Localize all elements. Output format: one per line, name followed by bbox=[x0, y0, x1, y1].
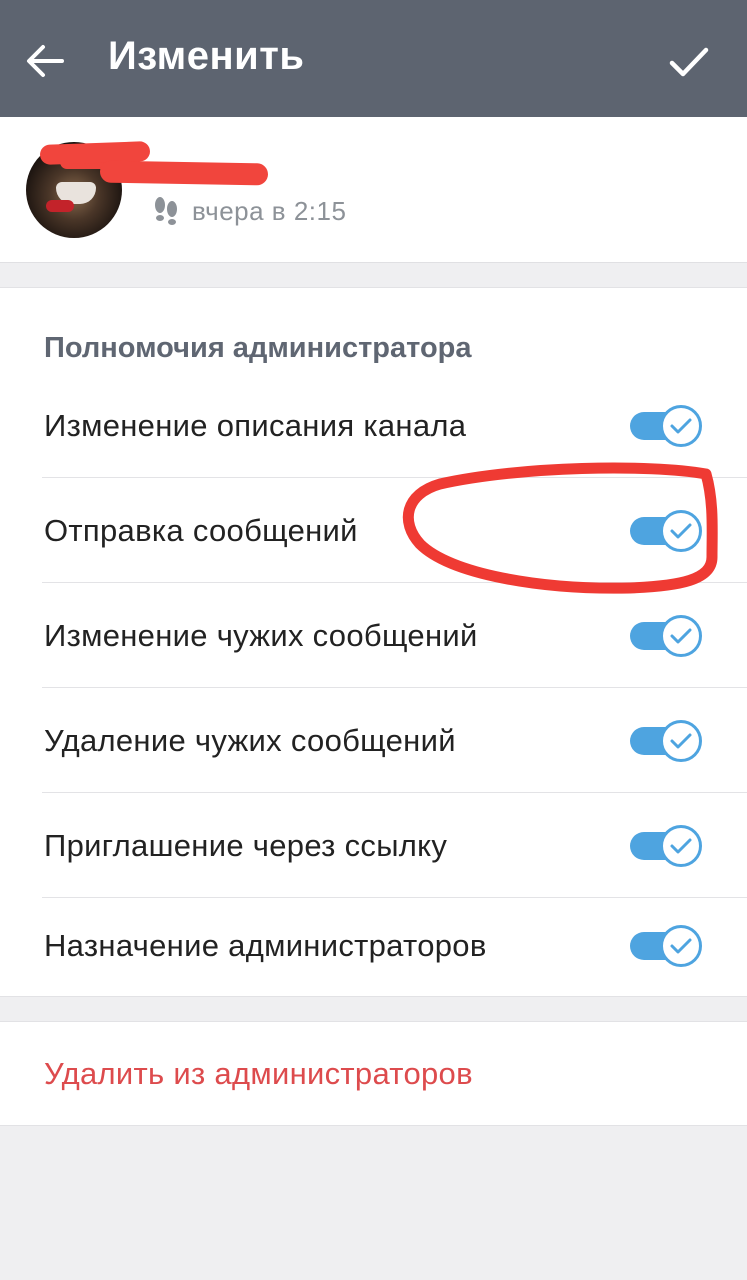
check-icon bbox=[660, 404, 702, 447]
check-icon bbox=[660, 719, 702, 762]
permission-label: Отправка сообщений bbox=[44, 512, 358, 548]
check-icon bbox=[660, 509, 702, 552]
permission-label: Изменение описания канала bbox=[44, 407, 467, 443]
permission-toggle[interactable] bbox=[630, 824, 702, 867]
footprints-icon bbox=[155, 197, 177, 225]
permission-label: Удаление чужих сообщений bbox=[44, 722, 456, 758]
permission-toggle[interactable] bbox=[630, 404, 702, 447]
permission-toggle[interactable] bbox=[630, 719, 702, 762]
permission-add-admins[interactable]: Назначение администраторов bbox=[0, 893, 747, 998]
remove-admin-section: Удалить из администраторов bbox=[0, 1021, 747, 1126]
admin-permissions-section: Полномочия администратора Изменение опис… bbox=[0, 287, 747, 997]
page-title: Изменить bbox=[108, 34, 305, 78]
permission-toggle[interactable] bbox=[630, 924, 702, 967]
confirm-button[interactable] bbox=[661, 34, 717, 90]
last-seen-text: вчера в 2:15 bbox=[192, 195, 347, 226]
last-seen-row: вчера в 2:15 bbox=[152, 195, 346, 227]
section-title: Полномочия администратора bbox=[44, 332, 472, 364]
permission-toggle[interactable] bbox=[630, 509, 702, 552]
arrow-left-icon bbox=[27, 45, 64, 77]
app-bar: Изменить bbox=[0, 0, 747, 117]
remove-admin-button[interactable]: Удалить из администраторов bbox=[44, 1056, 473, 1092]
redaction-mark bbox=[99, 160, 269, 186]
avatar-tongue bbox=[46, 200, 74, 212]
check-icon bbox=[660, 924, 702, 967]
permission-invite-link[interactable]: Приглашение через ссылку bbox=[0, 793, 747, 898]
check-icon bbox=[660, 614, 702, 657]
edit-admin-screen: Изменить вчера в 2:15 Полномочия админис… bbox=[0, 0, 747, 1280]
checkmark-icon bbox=[669, 47, 709, 77]
permission-label: Назначение администраторов bbox=[44, 927, 487, 963]
check-icon bbox=[660, 824, 702, 867]
permission-delete-messages[interactable]: Удаление чужих сообщений bbox=[0, 688, 747, 793]
permission-toggle[interactable] bbox=[630, 614, 702, 657]
user-card[interactable]: вчера в 2:15 bbox=[0, 117, 747, 263]
permission-post-messages[interactable]: Отправка сообщений bbox=[0, 478, 747, 583]
back-button[interactable] bbox=[20, 36, 70, 86]
permission-label: Приглашение через ссылку bbox=[44, 827, 448, 863]
permission-label: Изменение чужих сообщений bbox=[44, 617, 478, 653]
permission-edit-messages[interactable]: Изменение чужих сообщений bbox=[0, 583, 747, 688]
permission-change-info[interactable]: Изменение описания канала bbox=[0, 373, 747, 478]
